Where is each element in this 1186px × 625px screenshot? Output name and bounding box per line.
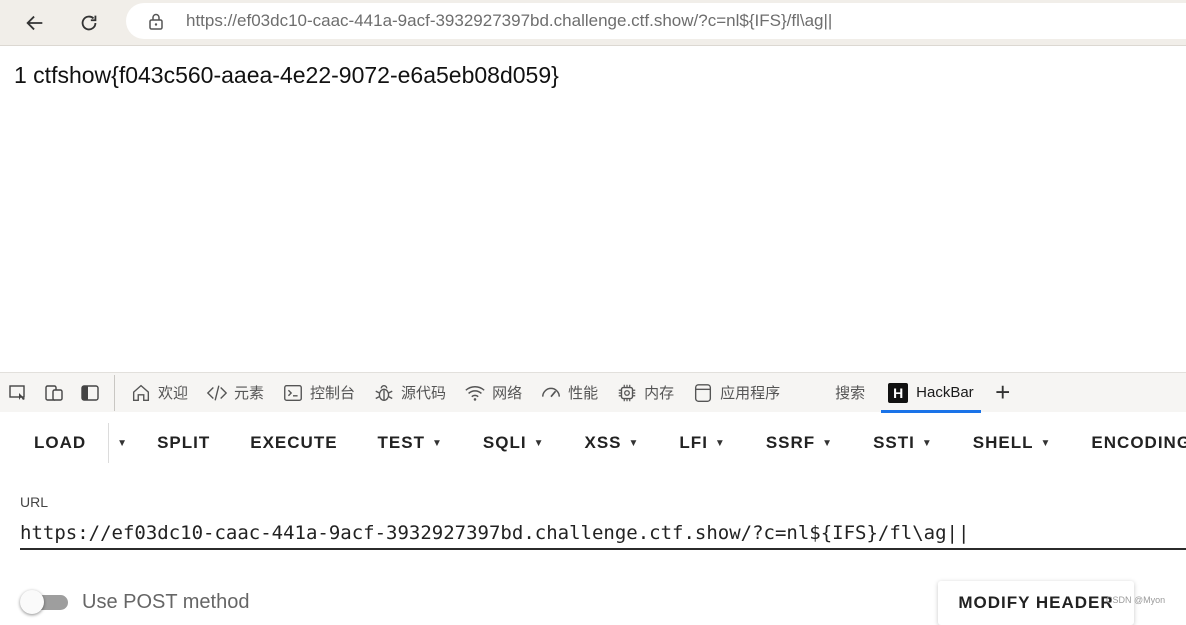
execute-button[interactable]: EXECUTE — [230, 418, 357, 468]
xss-menu-button[interactable]: XSS ▼ — [564, 418, 659, 468]
tab-network-label: 网络 — [492, 385, 523, 402]
sqli-menu-label: SQLI — [482, 433, 527, 452]
caret-down-icon: ▼ — [117, 437, 128, 449]
devtools-tab-bar: 欢迎 元素 控制台 源代码 网络 性能 内存 应用程序 搜索 H HackBar… — [0, 372, 1186, 413]
add-tab-button[interactable]: + — [983, 373, 1023, 413]
caret-down-icon: ▼ — [432, 437, 443, 449]
shell-menu-button[interactable]: SHELL ▼ — [953, 418, 1072, 468]
test-menu-button[interactable]: TEST ▼ — [358, 418, 463, 468]
device-emulation-button[interactable] — [36, 373, 72, 413]
tab-memory[interactable]: 内存 — [607, 373, 683, 413]
arrow-left-icon — [26, 15, 43, 31]
modify-header-button[interactable]: MODIFY HEADER — [938, 581, 1134, 625]
url-host: https://ef03dc10-caac-441a-9acf-39329273… — [186, 11, 694, 30]
caret-down-icon: ▼ — [714, 437, 726, 449]
inspect-element-button[interactable] — [0, 373, 36, 413]
dock-side-button[interactable] — [72, 373, 108, 413]
tab-console[interactable]: 控制台 — [273, 373, 364, 413]
chip-icon — [618, 384, 636, 401]
lfi-menu-label: LFI — [679, 433, 708, 452]
toggle-knob — [20, 590, 44, 614]
tab-memory-label: 内存 — [644, 385, 675, 402]
ssrf-menu-label: SSRF — [765, 433, 816, 452]
hackbar-url-input[interactable]: https://ef03dc10-caac-441a-9acf-39329273… — [20, 516, 1186, 550]
test-menu-label: TEST — [377, 433, 425, 452]
app-window-icon — [695, 383, 712, 402]
watermark: CSDN @Myon⁠ — [1106, 595, 1166, 605]
gauge-icon — [542, 387, 561, 397]
tab-performance-label: 性能 — [568, 385, 599, 402]
post-method-label: Use POST method — [82, 591, 250, 613]
tab-sources[interactable]: 源代码 — [364, 373, 455, 413]
wifi-icon — [465, 385, 485, 401]
address-url[interactable]: https://ef03dc10-caac-441a-9acf-39329273… — [186, 11, 832, 31]
url-label: URL — [20, 494, 49, 510]
sqli-menu-button[interactable]: SQLI ▼ — [463, 418, 565, 468]
shell-menu-label: SHELL — [972, 433, 1034, 452]
url-path: /?c=nl${IFS}/fl\ag|| — [693, 11, 833, 30]
toolbar-divider — [114, 374, 115, 411]
tab-welcome[interactable]: 欢迎 — [121, 373, 197, 413]
hackbar-logo-icon: H — [888, 382, 909, 403]
ssti-menu-button[interactable]: SSTI ▼ — [853, 418, 953, 468]
tab-hackbar[interactable]: H HackBar — [879, 373, 983, 413]
code-icon — [206, 384, 228, 401]
ssti-menu-label: SSTI — [873, 433, 915, 452]
tab-application-label: 应用程序 — [720, 385, 781, 402]
tab-performance[interactable]: 性能 — [531, 373, 607, 413]
sidebar-panel-icon — [81, 384, 99, 401]
hackbar-toolbar: LOAD ▼ SPLIT EXECUTE TEST ▼ SQLI ▼ XSS ▼ LF… — [0, 418, 1186, 468]
xss-menu-label: XSS — [584, 433, 622, 452]
console-icon — [284, 384, 302, 401]
load-menu-button[interactable]: ▼ — [108, 423, 133, 463]
address-bar[interactable]: https://ef03dc10-caac-441a-9acf-39329273… — [126, 3, 1186, 39]
tab-console-label: 控制台 — [310, 385, 356, 402]
tab-search-label: 搜索 — [835, 385, 866, 402]
caret-down-icon: ▼ — [921, 437, 933, 449]
encoding-menu-label: ENCODING — [1091, 433, 1186, 452]
caret-down-icon: ▼ — [1040, 437, 1052, 449]
tab-search[interactable]: 搜索 — [789, 373, 879, 413]
tab-elements-label: 元素 — [234, 385, 265, 402]
home-icon — [132, 384, 150, 401]
tab-elements[interactable]: 元素 — [197, 373, 273, 413]
encoding-menu-button[interactable]: ENCODING — [1071, 418, 1186, 468]
inspect-cursor-icon — [9, 384, 25, 400]
device-icon — [45, 384, 63, 401]
browser-toolbar: https://ef03dc10-caac-441a-9acf-39329273… — [0, 0, 1186, 46]
caret-down-icon: ▼ — [822, 437, 834, 449]
post-method-toggle[interactable] — [20, 590, 68, 614]
lock-icon — [148, 12, 164, 30]
tab-application[interactable]: 应用程序 — [683, 373, 789, 413]
tab-network[interactable]: 网络 — [455, 373, 531, 413]
load-button[interactable]: LOAD — [0, 418, 108, 468]
reload-button[interactable] — [74, 8, 104, 38]
caret-down-icon: ▼ — [628, 437, 640, 449]
bug-icon — [375, 384, 393, 401]
back-button[interactable] — [20, 8, 50, 38]
page-output: 1 ctfshow{f043c560-aaea-4e22-9072-e6a5eb… — [14, 62, 559, 88]
refresh-icon — [81, 15, 97, 31]
tab-welcome-label: 欢迎 — [158, 385, 189, 402]
split-button[interactable]: SPLIT — [133, 418, 230, 468]
ssrf-menu-button[interactable]: SSRF ▼ — [746, 418, 853, 468]
lfi-menu-button[interactable]: LFI ▼ — [659, 418, 745, 468]
tab-hackbar-label: HackBar — [916, 384, 974, 401]
caret-down-icon: ▼ — [533, 437, 545, 449]
tab-sources-label: 源代码 — [401, 385, 447, 402]
